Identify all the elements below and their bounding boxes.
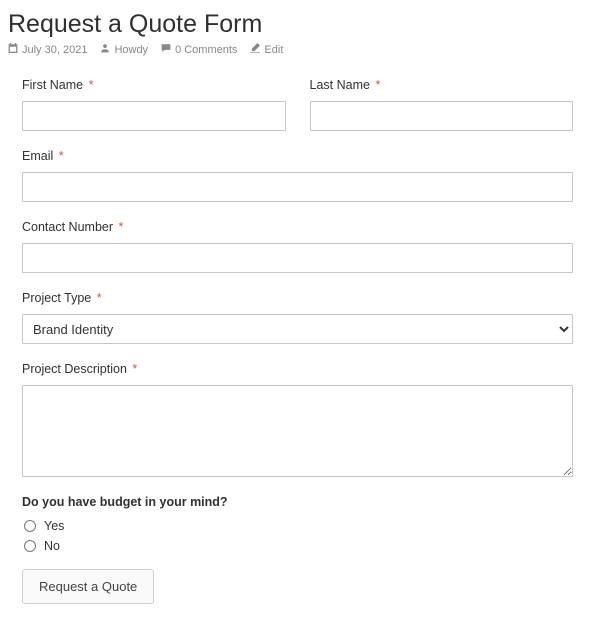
label-text: Last Name — [310, 78, 370, 92]
first-name-input[interactable] — [22, 101, 286, 131]
first-name-field: First Name * — [22, 78, 286, 131]
required-star: * — [97, 291, 102, 305]
budget-option-no[interactable]: No — [22, 539, 573, 553]
contact-number-field: Contact Number * — [22, 220, 573, 273]
email-label: Email * — [22, 149, 573, 163]
submit-button[interactable]: Request a Quote — [22, 569, 154, 604]
comment-icon — [161, 43, 171, 56]
option-label: No — [44, 539, 60, 553]
required-star: * — [119, 220, 124, 234]
project-type-field: Project Type * Brand Identity — [22, 291, 573, 344]
meta-author[interactable]: Howdy — [100, 43, 148, 56]
label-text: First Name — [22, 78, 83, 92]
meta-author-text: Howdy — [114, 44, 148, 56]
last-name-label: Last Name * — [310, 78, 574, 92]
required-star: * — [89, 78, 94, 92]
user-icon — [100, 43, 110, 56]
edit-icon — [250, 43, 260, 56]
label-text: Contact Number — [22, 220, 113, 234]
budget-radio-yes[interactable] — [24, 520, 36, 532]
meta-date: July 30, 2021 — [8, 43, 87, 56]
meta-comments-text: 0 Comments — [175, 44, 237, 56]
page-title: Request a Quote Form — [8, 10, 587, 39]
meta-comments[interactable]: 0 Comments — [161, 43, 237, 56]
meta-date-text: July 30, 2021 — [22, 44, 87, 56]
budget-group: Do you have budget in your mind? Yes No — [22, 495, 573, 553]
project-type-select[interactable]: Brand Identity — [22, 314, 573, 344]
label-text: Project Description — [22, 362, 127, 376]
last-name-field: Last Name * — [310, 78, 574, 131]
name-row: First Name * Last Name * — [22, 78, 573, 131]
last-name-input[interactable] — [310, 101, 574, 131]
budget-label: Do you have budget in your mind? — [22, 495, 573, 509]
required-star: * — [375, 78, 380, 92]
budget-radio-no[interactable] — [24, 540, 36, 552]
meta-edit-text: Edit — [264, 44, 283, 56]
quote-form: First Name * Last Name * Email * Contact… — [8, 74, 587, 604]
meta-edit[interactable]: Edit — [250, 43, 283, 56]
required-star: * — [59, 149, 64, 163]
project-description-input[interactable] — [22, 385, 573, 477]
contact-number-input[interactable] — [22, 243, 573, 273]
first-name-label: First Name * — [22, 78, 286, 92]
email-input[interactable] — [22, 172, 573, 202]
contact-number-label: Contact Number * — [22, 220, 573, 234]
required-star: * — [132, 362, 137, 376]
label-text: Email — [22, 149, 53, 163]
project-description-label: Project Description * — [22, 362, 573, 376]
post-meta: July 30, 2021 Howdy 0 Comments Edit — [8, 43, 587, 56]
calendar-icon — [8, 43, 18, 56]
budget-option-yes[interactable]: Yes — [22, 519, 573, 533]
label-text: Project Type — [22, 291, 91, 305]
email-field: Email * — [22, 149, 573, 202]
option-label: Yes — [44, 519, 64, 533]
project-description-field: Project Description * — [22, 362, 573, 477]
project-type-label: Project Type * — [22, 291, 573, 305]
